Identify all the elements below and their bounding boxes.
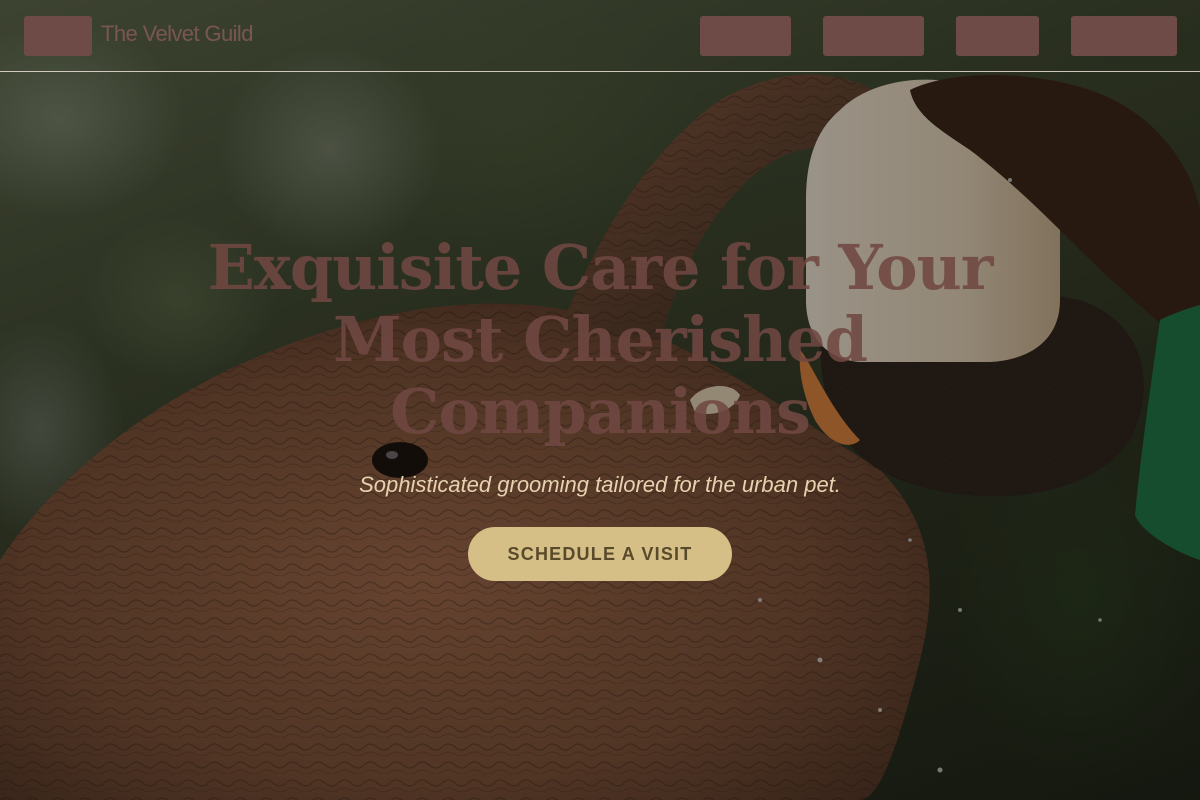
nav-item-4[interactable] [1071,16,1177,56]
hero-subtitle: Sophisticated grooming tailored for the … [359,472,841,497]
landing-page: The Velvet Guild Exquisite Care for Your… [0,0,1200,800]
nav-item-1[interactable] [700,16,791,56]
hero-title: Exquisite Care for Your Most Cherished C… [207,231,994,448]
schedule-visit-button[interactable]: SCHEDULE A VISIT [468,527,732,581]
nav-item-2[interactable] [823,16,924,56]
hero-section: Exquisite Care for Your Most Cherished C… [150,232,1050,581]
nav-item-3[interactable] [956,16,1039,56]
brand-name[interactable]: The Velvet Guild [101,21,253,47]
logo[interactable] [24,16,92,56]
site-header: The Velvet Guild [0,0,1200,72]
